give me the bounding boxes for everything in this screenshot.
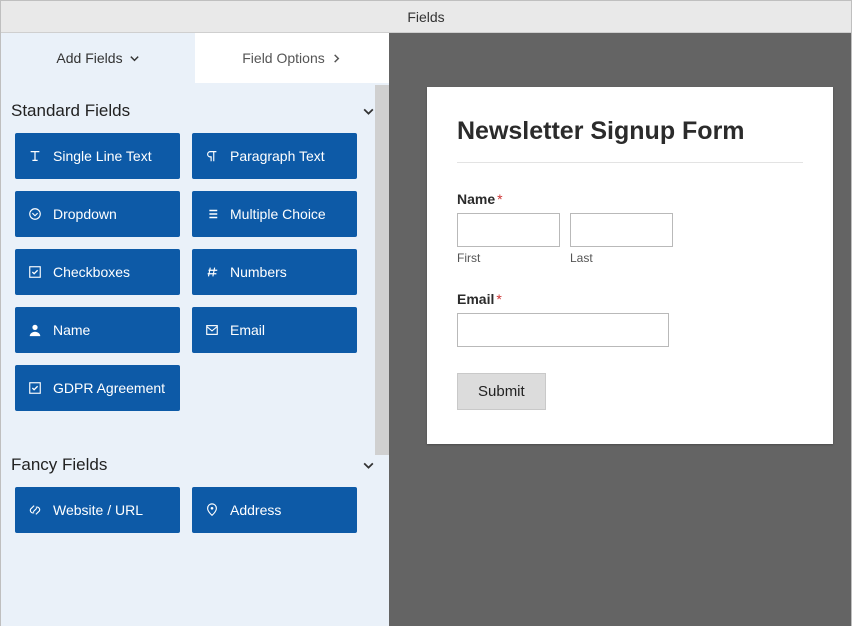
required-mark: * [496, 291, 501, 307]
field-label: GDPR Agreement [53, 380, 165, 396]
name-label: Name* [457, 191, 803, 207]
name-field-row: Name* First Last [457, 191, 803, 265]
tab-add-fields[interactable]: Add Fields [1, 33, 195, 83]
last-name-column: Last [570, 213, 673, 265]
submit-button[interactable]: Submit [457, 373, 546, 410]
hash-icon [204, 265, 220, 279]
form-title: Newsletter Signup Form [457, 117, 803, 146]
section-fancy-title: Fancy Fields [11, 455, 107, 475]
link-icon [27, 503, 43, 517]
last-name-input[interactable] [570, 213, 673, 247]
chevron-down-icon [362, 105, 375, 118]
first-name-input[interactable] [457, 213, 560, 247]
required-mark: * [497, 191, 502, 207]
field-label: Paragraph Text [230, 148, 325, 164]
email-label-text: Email [457, 291, 494, 307]
mail-icon [204, 323, 220, 337]
last-sublabel: Last [570, 251, 673, 265]
field-label: Address [230, 502, 281, 518]
checkbox-icon [27, 265, 43, 279]
window-title: Fields [1, 1, 851, 33]
fancy-fields-grid: Website / URL Address [1, 487, 389, 533]
field-name[interactable]: Name [15, 307, 180, 353]
field-label: Multiple Choice [230, 206, 326, 222]
section-standard-header[interactable]: Standard Fields [1, 83, 389, 133]
field-email[interactable]: Email [192, 307, 357, 353]
tab-add-fields-label: Add Fields [56, 50, 122, 66]
dropdown-icon [27, 207, 43, 221]
field-website-url[interactable]: Website / URL [15, 487, 180, 533]
section-fancy-header[interactable]: Fancy Fields [1, 437, 389, 487]
email-field-row: Email* [457, 291, 803, 347]
tabs: Add Fields Field Options [1, 33, 389, 83]
check-icon [27, 381, 43, 395]
chevron-down-icon [362, 459, 375, 472]
form-divider [457, 162, 803, 163]
scrollbar-thumb[interactable] [375, 85, 389, 455]
field-dropdown[interactable]: Dropdown [15, 191, 180, 237]
tab-field-options[interactable]: Field Options [195, 33, 389, 83]
left-pane: Add Fields Field Options Standard Fields [1, 33, 389, 626]
field-label: Dropdown [53, 206, 117, 222]
field-label: Name [53, 322, 90, 338]
field-gdpr-agreement[interactable]: GDPR Agreement [15, 365, 180, 411]
field-address[interactable]: Address [192, 487, 357, 533]
field-checkboxes[interactable]: Checkboxes [15, 249, 180, 295]
first-name-column: First [457, 213, 560, 265]
paragraph-icon [204, 149, 220, 163]
field-multiple-choice[interactable]: Multiple Choice [192, 191, 357, 237]
preview-pane: Newsletter Signup Form Name* First Last [389, 33, 851, 626]
field-label: Single Line Text [53, 148, 152, 164]
text-icon [27, 149, 43, 163]
list-icon [204, 207, 220, 221]
chevron-right-icon [331, 53, 342, 64]
main-layout: Add Fields Field Options Standard Fields [1, 33, 851, 626]
tab-field-options-label: Field Options [242, 50, 324, 66]
field-label: Numbers [230, 264, 287, 280]
pin-icon [204, 503, 220, 517]
field-single-line-text[interactable]: Single Line Text [15, 133, 180, 179]
user-icon [27, 323, 43, 337]
section-standard-title: Standard Fields [11, 101, 130, 121]
email-input[interactable] [457, 313, 669, 347]
field-label: Checkboxes [53, 264, 130, 280]
form-canvas: Newsletter Signup Form Name* First Last [427, 87, 833, 444]
name-inputs: First Last [457, 213, 803, 265]
chevron-down-icon [129, 53, 140, 64]
first-sublabel: First [457, 251, 560, 265]
field-numbers[interactable]: Numbers [192, 249, 357, 295]
field-label: Website / URL [53, 502, 143, 518]
standard-fields-grid: Single Line Text Paragraph Text Dropdown… [1, 133, 389, 411]
field-label: Email [230, 322, 265, 338]
field-paragraph-text[interactable]: Paragraph Text [192, 133, 357, 179]
email-label: Email* [457, 291, 803, 307]
name-label-text: Name [457, 191, 495, 207]
